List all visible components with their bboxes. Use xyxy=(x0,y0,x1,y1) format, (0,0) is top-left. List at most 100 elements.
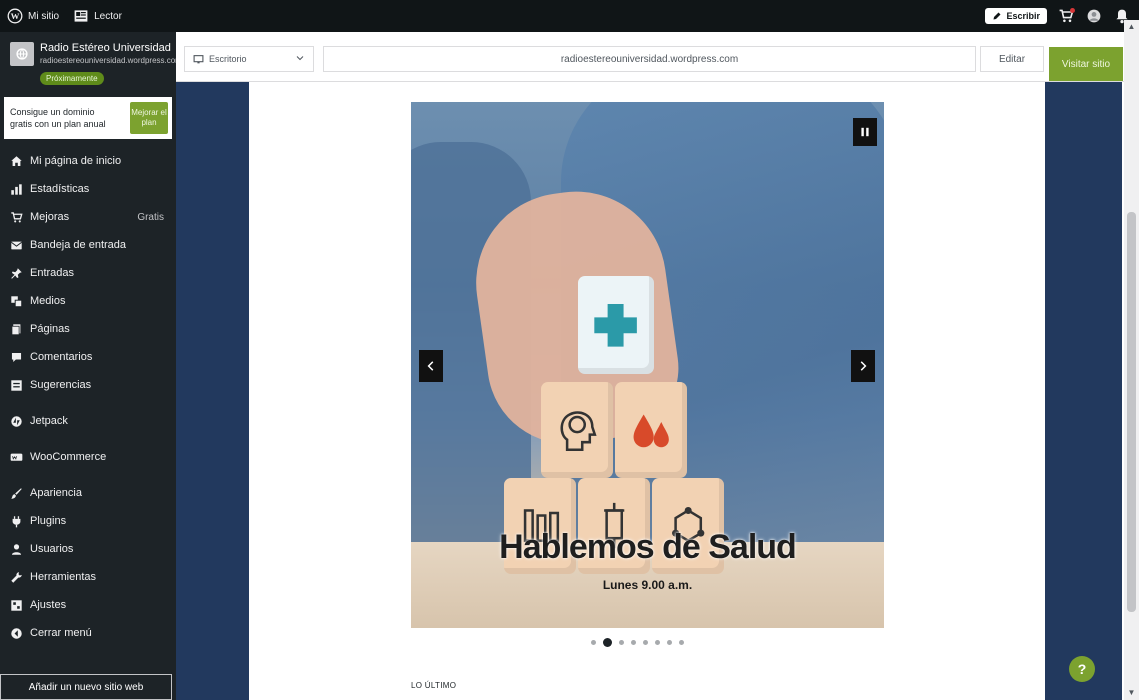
sidebar-menu: Mi página de inicio Estadísticas Mejoras… xyxy=(0,147,176,647)
add-new-site-button[interactable]: Añadir un nuevo sitio web xyxy=(0,674,172,700)
scroll-down-arrow[interactable]: ▼ xyxy=(1127,688,1136,697)
home-icon xyxy=(11,155,22,166)
collapse-icon xyxy=(11,627,22,639)
site-url: radioestereouniversidad.wordpress.com xyxy=(40,56,182,65)
my-site-menu[interactable]: W Mi sitio xyxy=(0,0,66,32)
feedback-icon xyxy=(11,379,22,391)
users-icon xyxy=(11,543,22,555)
medical-cross-icon xyxy=(594,303,638,347)
svg-text:W: W xyxy=(11,11,20,21)
slider-dot[interactable] xyxy=(679,640,684,645)
globe-icon xyxy=(16,48,28,60)
settings-icon xyxy=(11,599,22,611)
sidebar-item-feedback[interactable]: Sugerencias xyxy=(0,371,176,399)
sidebar-item-collapse[interactable]: Cerrar menú xyxy=(0,619,176,647)
slider-pagination xyxy=(591,638,684,647)
sidebar-item-label: Mi página de inicio xyxy=(30,155,122,167)
help-button[interactable]: ? xyxy=(1069,656,1095,682)
cart-icon xyxy=(11,211,23,222)
sidebar-item-label: Cerrar menú xyxy=(30,627,92,639)
edit-button[interactable]: Editar xyxy=(980,46,1044,72)
sidebar-item-media[interactable]: Medios xyxy=(0,287,176,315)
wordpress-icon: W xyxy=(7,8,23,24)
inbox-icon xyxy=(10,241,23,249)
my-site-label: Mi sitio xyxy=(28,10,60,22)
sidebar-item-label: Bandeja de entrada xyxy=(30,239,127,251)
sidebar-item-inbox[interactable]: Bandeja de entrada xyxy=(0,231,176,259)
sidebar-item-comments[interactable]: Comentarios xyxy=(0,343,176,371)
cart-button[interactable] xyxy=(1057,7,1075,25)
sidebar-item-label: Jetpack xyxy=(30,415,68,427)
sidebar-item-label: Medios xyxy=(30,295,66,307)
write-button[interactable]: Escribir xyxy=(985,8,1047,24)
slider-dot[interactable] xyxy=(667,640,672,645)
sidebar-item-label: Ajustes xyxy=(30,599,67,611)
site-name: Radio Estéreo Universidad xyxy=(40,42,171,54)
pages-icon xyxy=(11,323,21,335)
preview-toolbar: Escritorio radioestereouniversidad.wordp… xyxy=(176,32,1139,82)
device-select-value: Escritorio xyxy=(209,54,247,64)
sidebar-item-label: Páginas xyxy=(30,323,70,335)
blood-drops-icon xyxy=(633,414,669,448)
sidebar-item-plugins[interactable]: Plugins xyxy=(0,507,176,535)
sidebar-item-label: Estadísticas xyxy=(30,183,90,195)
cart-notification-dot xyxy=(1070,8,1075,13)
slider-next-button[interactable] xyxy=(851,350,875,382)
site-icon xyxy=(10,42,34,66)
sidebar-item-label: Comentarios xyxy=(30,351,93,363)
sidebar-item-tools[interactable]: Herramientas xyxy=(0,563,176,591)
write-label: Escribir xyxy=(1006,11,1040,21)
upgrade-plan-button[interactable]: Mejorar el plan xyxy=(130,102,168,134)
stats-icon xyxy=(11,183,22,195)
slide-title: Hablemos de Salud xyxy=(499,528,797,566)
sidebar-item-woocommerce[interactable]: WooCommerce xyxy=(0,443,176,471)
sidebar-item-jetpack[interactable]: Jetpack xyxy=(0,407,176,435)
slider-dot[interactable] xyxy=(591,640,596,645)
sidebar-item-upgrades[interactable]: Mejoras Gratis xyxy=(0,203,176,231)
sidebar-item-pages[interactable]: Páginas xyxy=(0,315,176,343)
device-select[interactable]: Escritorio xyxy=(184,46,314,72)
sidebar-item-settings[interactable]: Ajustes xyxy=(0,591,176,619)
hero-slider: Hablemos de Salud Lunes 9.00 a.m. xyxy=(411,102,884,628)
slider-dot[interactable] xyxy=(643,640,648,645)
chevron-right-icon xyxy=(860,361,867,371)
menu-separator xyxy=(0,399,176,407)
sidebar-item-posts[interactable]: Entradas xyxy=(0,259,176,287)
scroll-up-arrow[interactable]: ▲ xyxy=(1127,22,1136,31)
slider-dot[interactable] xyxy=(655,640,660,645)
brain-head-icon xyxy=(560,411,597,452)
medical-cross-cube xyxy=(578,276,654,374)
sidebar-item-label: WooCommerce xyxy=(30,451,107,463)
chevron-down-icon xyxy=(296,56,304,61)
sidebar-item-users[interactable]: Usuarios xyxy=(0,535,176,563)
sidebar-item-label: Sugerencias xyxy=(30,379,92,391)
sidebar-item-stats[interactable]: Estadísticas xyxy=(0,175,176,203)
menu-separator xyxy=(0,435,176,443)
desktop-icon xyxy=(193,54,204,63)
slider-prev-button[interactable] xyxy=(419,350,443,382)
jetpack-icon xyxy=(11,415,22,427)
reader-menu[interactable]: Lector xyxy=(66,0,129,32)
promo-text: Consigue un dominio gratis con un plan a… xyxy=(10,107,106,129)
slider-dot[interactable] xyxy=(631,640,636,645)
admin-bar: W Mi sitio Lector Escribir xyxy=(0,0,1139,32)
sidebar-item-appearance[interactable]: Apariencia xyxy=(0,479,176,507)
scrollbar-thumb[interactable] xyxy=(1127,212,1136,612)
sidebar: Radio Estéreo Universidad radioestereoun… xyxy=(0,32,182,700)
slider-dot[interactable] xyxy=(619,640,624,645)
visit-site-button[interactable]: Visitar sitio xyxy=(1049,47,1123,81)
sidebar-item-label: Usuarios xyxy=(30,543,74,555)
pencil-icon xyxy=(993,12,1001,20)
pause-icon xyxy=(861,127,869,137)
avatar[interactable] xyxy=(1085,7,1103,25)
sidebar-item-home[interactable]: Mi página de inicio xyxy=(0,147,176,175)
sidebar-item-label: Mejoras xyxy=(30,211,70,223)
menu-separator xyxy=(0,471,176,479)
brush-icon xyxy=(11,487,22,499)
preview-url[interactable]: radioestereouniversidad.wordpress.com xyxy=(323,46,976,72)
brain-cube xyxy=(541,382,613,478)
site-header[interactable]: Radio Estéreo Universidad radioestereoun… xyxy=(0,32,182,66)
slider-dot[interactable] xyxy=(603,638,612,647)
avatar-icon xyxy=(1087,9,1101,23)
slider-pause-button[interactable] xyxy=(853,118,877,146)
